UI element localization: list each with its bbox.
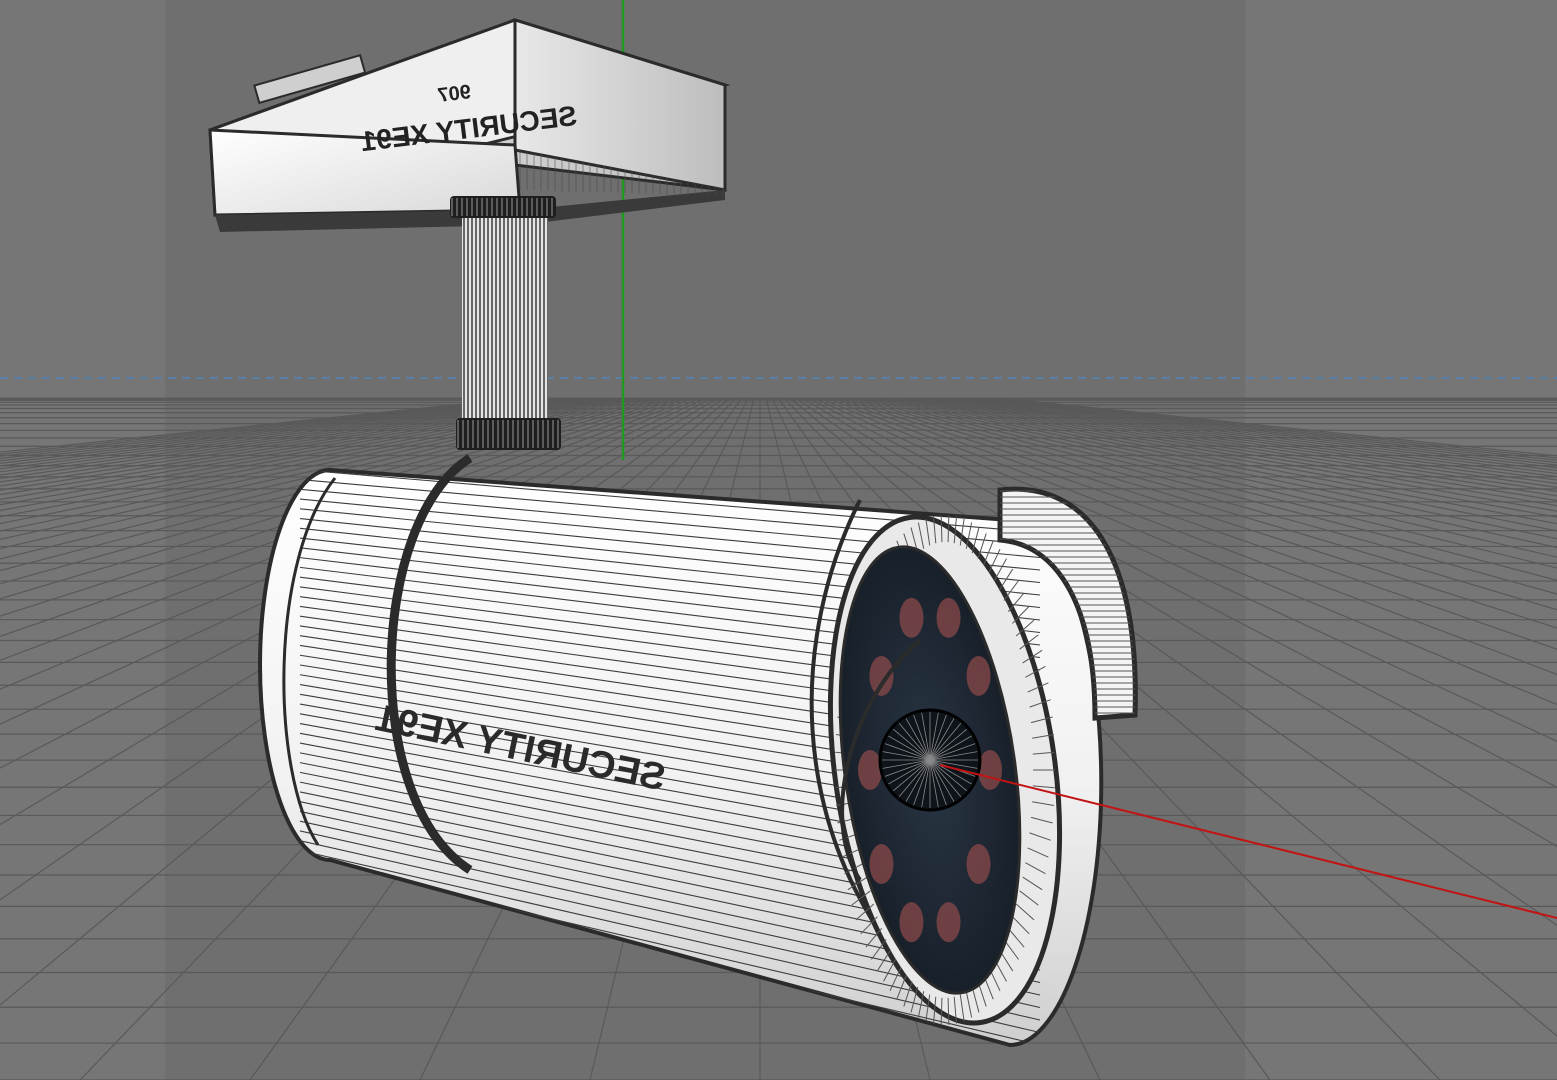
ir-led — [966, 844, 991, 885]
ir-led — [899, 902, 924, 943]
viewport-canvas[interactable]: SECURITY XE91 907 SECURITY XE91 — [0, 0, 1557, 1080]
3d-viewport[interactable]: SECURITY XE91 907 SECURITY XE91 — [0, 0, 1557, 1080]
ir-led — [869, 655, 894, 696]
ir-led — [936, 902, 961, 943]
safe-frame-left — [0, 0, 165, 1080]
ir-led — [899, 597, 924, 638]
ir-led — [966, 655, 991, 696]
ir-led — [858, 750, 882, 790]
mount-label-small: 907 — [436, 81, 472, 107]
ir-led — [978, 750, 1002, 790]
ir-led — [869, 844, 894, 885]
mount-stem[interactable] — [450, 196, 561, 450]
ir-led — [936, 597, 961, 638]
